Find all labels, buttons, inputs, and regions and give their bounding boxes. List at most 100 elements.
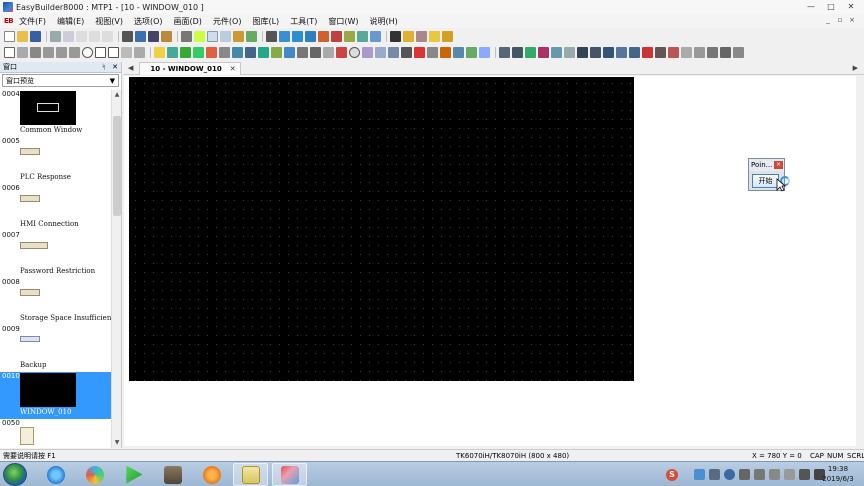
mdi-minimize-button[interactable]: _ bbox=[822, 16, 834, 26]
keyboard-icon[interactable] bbox=[655, 47, 666, 58]
maximize-button[interactable]: □ bbox=[822, 1, 840, 12]
tray-keyboard-icon[interactable] bbox=[709, 469, 720, 480]
window-canvas[interactable] bbox=[129, 77, 634, 381]
new-file-icon[interactable] bbox=[4, 31, 15, 42]
list-item[interactable]: 0004 Common Window bbox=[0, 90, 111, 137]
open-folder-icon[interactable] bbox=[17, 31, 28, 42]
help-icon[interactable] bbox=[135, 31, 146, 42]
taskbar-clock[interactable]: 19:38 2019/6/3 bbox=[818, 464, 858, 484]
set-bit-icon[interactable] bbox=[180, 47, 191, 58]
menu-view[interactable]: 视图(V) bbox=[95, 16, 123, 27]
taskbar-media-button[interactable] bbox=[116, 463, 151, 486]
taskbar-easybuilder-button[interactable] bbox=[272, 463, 307, 486]
scrollbar-thumb[interactable] bbox=[113, 116, 121, 216]
taskbar-pinwheel-button[interactable] bbox=[77, 463, 112, 486]
list-item[interactable]: 0009 Backup bbox=[0, 325, 111, 372]
reader-icon[interactable] bbox=[694, 47, 705, 58]
menu-file[interactable]: 文件(F) bbox=[19, 16, 46, 27]
menu-options[interactable]: 选项(O) bbox=[134, 16, 163, 27]
polygon-icon[interactable] bbox=[108, 47, 119, 58]
flip-icon[interactable] bbox=[564, 47, 575, 58]
list-item[interactable]: 0007 Password Restriction bbox=[0, 231, 111, 278]
security-icon[interactable] bbox=[442, 31, 453, 42]
bit-lamp-icon[interactable] bbox=[154, 47, 165, 58]
picture-icon[interactable] bbox=[246, 31, 257, 42]
minus-icon[interactable] bbox=[642, 47, 653, 58]
trigger-icon[interactable] bbox=[453, 47, 464, 58]
tray-settings-icon[interactable] bbox=[769, 469, 780, 480]
video-icon[interactable] bbox=[668, 47, 679, 58]
taskbar-browser-button[interactable] bbox=[38, 463, 73, 486]
curve-icon[interactable] bbox=[69, 47, 80, 58]
minimize-button[interactable]: — bbox=[802, 1, 820, 12]
taskbar-photo-button[interactable] bbox=[155, 463, 190, 486]
alarm-bar-icon[interactable] bbox=[414, 47, 425, 58]
list-item-selected[interactable]: 0010 WINDOW_010 bbox=[0, 372, 111, 419]
ascii-input-icon[interactable] bbox=[271, 47, 282, 58]
list-item[interactable]: 0050 bbox=[0, 419, 111, 448]
menu-help[interactable]: 说明(H) bbox=[369, 16, 397, 27]
toggle-switch-icon[interactable] bbox=[219, 47, 230, 58]
context-help-icon[interactable] bbox=[148, 31, 159, 42]
text-tag-icon[interactable] bbox=[403, 31, 414, 42]
bar-graph-icon[interactable] bbox=[336, 47, 347, 58]
meter-icon[interactable] bbox=[349, 47, 360, 58]
scheduler-icon[interactable] bbox=[479, 47, 490, 58]
window-icon[interactable] bbox=[629, 47, 640, 58]
animation-icon[interactable] bbox=[323, 47, 334, 58]
scroll-up-icon[interactable]: ▲ bbox=[113, 91, 121, 99]
redo-icon[interactable] bbox=[102, 31, 113, 42]
alarm-display-icon[interactable] bbox=[427, 47, 438, 58]
compile-icon[interactable] bbox=[266, 31, 277, 42]
pdf-icon[interactable] bbox=[681, 47, 692, 58]
preview-mode-select[interactable]: 窗口预览 ▼ bbox=[2, 74, 119, 87]
size-icon[interactable] bbox=[551, 47, 562, 58]
word-lamp-icon[interactable] bbox=[167, 47, 178, 58]
rotate-icon[interactable] bbox=[17, 47, 28, 58]
group-icon[interactable] bbox=[499, 47, 510, 58]
event-display-icon[interactable] bbox=[440, 47, 451, 58]
event-icon[interactable] bbox=[344, 31, 355, 42]
image-icon[interactable] bbox=[616, 47, 627, 58]
indirect-window-icon[interactable] bbox=[284, 47, 295, 58]
preview-scrollbar[interactable]: ▲ ▼ bbox=[111, 90, 121, 448]
mdi-close-button[interactable]: × bbox=[846, 16, 858, 26]
trend-icon[interactable] bbox=[362, 47, 373, 58]
design-workspace[interactable] bbox=[124, 76, 856, 446]
media-icon[interactable] bbox=[720, 47, 731, 58]
grid-icon[interactable] bbox=[207, 31, 218, 42]
tray-shield-icon[interactable] bbox=[739, 469, 750, 480]
moving-shape-icon[interactable] bbox=[310, 47, 321, 58]
cut-icon[interactable] bbox=[50, 31, 61, 42]
address-table-icon[interactable] bbox=[318, 31, 329, 42]
file-browser-icon[interactable] bbox=[707, 47, 718, 58]
undo-icon[interactable] bbox=[89, 31, 100, 42]
menu-tools[interactable]: 工具(T) bbox=[290, 16, 317, 27]
tray-chat-icon[interactable] bbox=[724, 469, 735, 480]
point-widget-close-icon[interactable]: × bbox=[774, 161, 783, 169]
pen-icon[interactable] bbox=[194, 31, 205, 42]
line-icon[interactable] bbox=[30, 47, 41, 58]
menu-screen[interactable]: 画面(D) bbox=[174, 16, 202, 27]
start-button[interactable] bbox=[3, 463, 27, 486]
recipe-icon[interactable] bbox=[357, 31, 368, 42]
tab-scroll-left-icon[interactable]: ◀ bbox=[128, 64, 133, 72]
layer-icon[interactable] bbox=[538, 47, 549, 58]
snap-icon[interactable] bbox=[220, 31, 231, 42]
clock-icon[interactable] bbox=[577, 47, 588, 58]
polyline-icon[interactable] bbox=[43, 47, 54, 58]
backlight-icon[interactable] bbox=[466, 47, 477, 58]
tray-volume-icon[interactable] bbox=[754, 469, 765, 480]
slide-switch-icon[interactable] bbox=[245, 47, 256, 58]
align-icon[interactable] bbox=[525, 47, 536, 58]
point-widget-titlebar[interactable]: Poin... × bbox=[749, 159, 784, 171]
chart-icon[interactable] bbox=[590, 47, 601, 58]
offline-sim-icon[interactable] bbox=[279, 31, 290, 42]
xy-plot-icon[interactable] bbox=[401, 47, 412, 58]
circle-icon[interactable] bbox=[82, 47, 93, 58]
menu-objects[interactable]: 元件(O) bbox=[213, 16, 242, 27]
numeric-input-icon[interactable] bbox=[258, 47, 269, 58]
delete-icon[interactable] bbox=[181, 31, 192, 42]
tab-close-icon[interactable]: ✕ bbox=[230, 65, 236, 73]
sound-icon[interactable] bbox=[390, 31, 401, 42]
